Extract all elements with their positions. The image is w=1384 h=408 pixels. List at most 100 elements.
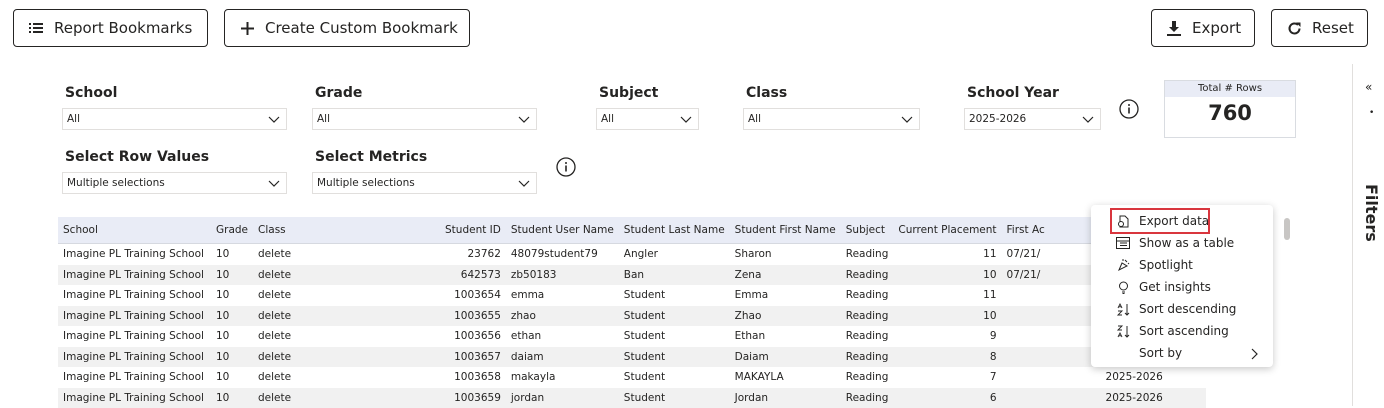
filters-pane[interactable]: « • Filters	[1352, 64, 1384, 406]
cell-first-name: Jordan	[730, 388, 841, 408]
table-header-row: School Grade Class Student ID Student Us…	[58, 217, 1206, 244]
total-rows-card: Total # Rows 760	[1164, 80, 1296, 138]
school-year-filter-label: School Year	[967, 85, 1059, 101]
menu-item-sort-descending[interactable]: Sort descending	[1091, 298, 1273, 320]
cell-user-name: jordan	[506, 388, 619, 408]
metrics-dropdown[interactable]: Multiple selections	[312, 172, 537, 194]
plus-icon	[239, 20, 255, 36]
cell-first-activity: 2025-2026	[1002, 367, 1182, 388]
cell-grade: 10	[211, 388, 253, 408]
collapse-pane-icon[interactable]: «	[1365, 80, 1372, 94]
cell-first-name: Daiam	[730, 347, 841, 368]
table-row[interactable]: Imagine PL Training School10delete642573…	[58, 265, 1206, 286]
cell-subject: Reading	[841, 265, 894, 286]
cell-school: Imagine PL Training School	[58, 244, 211, 265]
menu-item-get-insights[interactable]: Get insights	[1091, 276, 1273, 298]
cell-student-id: 1003658	[440, 367, 506, 388]
column-header-subject[interactable]: Subject	[841, 217, 894, 244]
row-values-filter-label: Select Row Values	[65, 149, 209, 165]
menu-item-label: Show as a table	[1139, 236, 1234, 250]
report-bookmarks-label: Report Bookmarks	[54, 19, 192, 37]
menu-item-sort-ascending[interactable]: Sort ascending	[1091, 320, 1273, 342]
school-year-dropdown[interactable]: 2025-2026	[964, 108, 1101, 130]
cell-first-activity: 2025-2026	[1002, 388, 1182, 408]
list-icon	[28, 20, 44, 36]
reset-button[interactable]: Reset	[1271, 9, 1368, 47]
info-icon[interactable]	[1119, 99, 1139, 119]
report-bookmarks-button[interactable]: Report Bookmarks	[13, 9, 208, 47]
cell-grade: 10	[211, 326, 253, 347]
cell-last-name: Student	[619, 285, 730, 306]
menu-item-show-as-table[interactable]: Show as a table	[1091, 232, 1273, 254]
pane-marker: •	[1369, 108, 1374, 118]
column-header-class[interactable]: Class	[253, 217, 440, 244]
cell-school: Imagine PL Training School	[58, 306, 211, 327]
metrics-dropdown-value: Multiple selections	[317, 177, 415, 189]
cell-student-id: 1003655	[440, 306, 506, 327]
column-header-current-placement[interactable]: Current Placement	[893, 217, 1001, 244]
grade-dropdown-value: All	[317, 113, 330, 125]
cell-subject: Reading	[841, 306, 894, 327]
total-rows-title: Total # Rows	[1165, 81, 1295, 97]
cell-grade: 10	[211, 306, 253, 327]
cell-subject: Reading	[841, 367, 894, 388]
column-header-student-last-name[interactable]: Student Last Name	[619, 217, 730, 244]
subject-dropdown[interactable]: All	[596, 108, 699, 130]
cell-subject: Reading	[841, 347, 894, 368]
chevron-down-icon	[268, 113, 280, 125]
data-table: School Grade Class Student ID Student Us…	[58, 217, 1206, 408]
column-header-student-id[interactable]: Student ID	[440, 217, 506, 244]
cell-first-name: Zena	[730, 265, 841, 286]
table-row[interactable]: Imagine PL Training School10delete100365…	[58, 285, 1206, 306]
school-dropdown[interactable]: All	[62, 108, 287, 130]
cell-student-id: 1003657	[440, 347, 506, 368]
table-scrollbar[interactable]	[1284, 218, 1290, 240]
cell-user-name: daiam	[506, 347, 619, 368]
row-values-dropdown[interactable]: Multiple selections	[62, 172, 287, 194]
subject-dropdown-value: All	[601, 113, 614, 125]
table-row[interactable]: Imagine PL Training School10delete100365…	[58, 388, 1206, 408]
cell-last-name: Student	[619, 306, 730, 327]
refresh-icon	[1286, 20, 1302, 36]
chevron-down-icon	[518, 177, 530, 189]
create-custom-bookmark-button[interactable]: Create Custom Bookmark	[224, 9, 470, 47]
table-row[interactable]: Imagine PL Training School10delete100365…	[58, 347, 1206, 368]
column-header-student-first-name[interactable]: Student First Name	[730, 217, 841, 244]
cell-class: delete	[253, 367, 440, 388]
column-header-student-user-name[interactable]: Student User Name	[506, 217, 619, 244]
cell-school: Imagine PL Training School	[58, 347, 211, 368]
cell-first-name: Zhao	[730, 306, 841, 327]
cell-first-name: MAKAYLA	[730, 367, 841, 388]
table-row[interactable]: Imagine PL Training School10delete100365…	[58, 326, 1206, 347]
grade-dropdown[interactable]: All	[312, 108, 537, 130]
chevron-right-icon	[1251, 348, 1259, 360]
cell-school: Imagine PL Training School	[58, 265, 211, 286]
export-button[interactable]: Export	[1151, 9, 1255, 47]
info-icon[interactable]	[556, 157, 576, 177]
cell-subject: Reading	[841, 285, 894, 306]
cell-class: delete	[253, 347, 440, 368]
menu-item-sort-by[interactable]: Sort by	[1091, 342, 1273, 364]
menu-item-spotlight[interactable]: Spotlight	[1091, 254, 1273, 276]
cell-student-id: 1003656	[440, 326, 506, 347]
cell-school: Imagine PL Training School	[58, 326, 211, 347]
chevron-down-icon	[1082, 113, 1094, 125]
class-filter-label: Class	[746, 85, 787, 101]
cell-user-name: zhao	[506, 306, 619, 327]
lightbulb-icon	[1116, 280, 1130, 294]
menu-item-label: Spotlight	[1139, 258, 1193, 272]
table-row[interactable]: Imagine PL Training School10delete100365…	[58, 367, 1206, 388]
sort-descending-icon	[1116, 302, 1130, 316]
table-row[interactable]: Imagine PL Training School10delete237624…	[58, 244, 1206, 265]
cell-student-id: 1003654	[440, 285, 506, 306]
grade-filter-label: Grade	[315, 85, 362, 101]
cell-last-name: Student	[619, 326, 730, 347]
column-header-school[interactable]: School	[58, 217, 211, 244]
column-header-grade[interactable]: Grade	[211, 217, 253, 244]
menu-item-label: Sort descending	[1139, 302, 1236, 316]
cell-placement: 10	[893, 306, 1001, 327]
cell-first-name: Ethan	[730, 326, 841, 347]
class-dropdown[interactable]: All	[743, 108, 920, 130]
table-row[interactable]: Imagine PL Training School10delete100365…	[58, 306, 1206, 327]
school-year-dropdown-value: 2025-2026	[969, 113, 1026, 125]
